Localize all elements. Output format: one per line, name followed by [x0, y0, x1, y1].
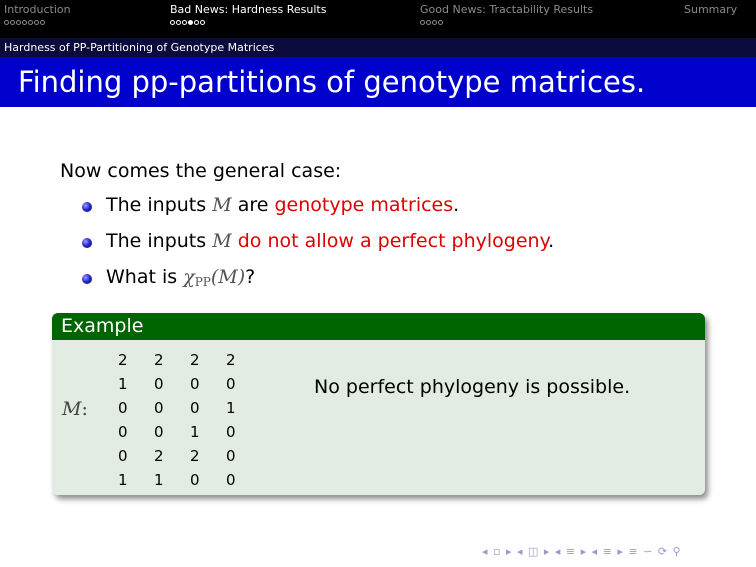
matrix-cell: 0 — [226, 471, 236, 489]
frame-dot[interactable] — [28, 20, 33, 25]
frame-dot[interactable] — [438, 20, 443, 25]
nav-frame-dots — [420, 20, 593, 25]
bullet-item: The inputs M are genotype matrices. — [82, 194, 554, 230]
genotype-matrix: 2 2 2 2 1 0 0 0 0 0 0 1 0 0 1 0 0 2 2 0 1 1 0 0 — [112, 348, 256, 492]
matrix-cell: 0 — [190, 375, 200, 393]
nav-section-bad-news[interactable]: Bad News: Hardness Results — [170, 3, 326, 25]
bullet-punct: . — [548, 230, 555, 252]
matrix-cell: 1 — [190, 423, 200, 441]
frame-dot[interactable] — [176, 20, 181, 25]
frame-dot[interactable] — [4, 20, 9, 25]
bullet-item: What is χPP(M)? — [82, 266, 554, 302]
frame-dot[interactable] — [34, 20, 39, 25]
math-symbol: M — [212, 194, 232, 216]
math-symbol: M — [212, 230, 232, 252]
frame-dot[interactable] — [426, 20, 431, 25]
bullet-text: The inputs — [106, 194, 207, 216]
highlighted-text: do not allow a perfect phylogeny — [237, 230, 549, 252]
matrix-cell: 1 — [118, 375, 128, 393]
frame-dot[interactable] — [22, 20, 27, 25]
nav-section-good-news[interactable]: Good News: Tractability Results — [420, 3, 593, 25]
frame-dot[interactable] — [170, 20, 175, 25]
frame-dot[interactable] — [432, 20, 437, 25]
example-title: Example — [61, 315, 144, 337]
matrix-row: 0 2 2 0 — [112, 444, 256, 468]
example-body: M: 2 2 2 2 1 0 0 0 0 0 0 1 0 0 1 0 0 2 2 0 1 1 0 0 No perfect p… — [52, 340, 705, 495]
frame-title: Finding pp-partitions of genotype matric… — [18, 65, 646, 99]
section-navigation: Introduction Bad News: Hardness Results … — [0, 0, 756, 38]
frame-dot[interactable] — [182, 20, 187, 25]
frame-dot[interactable] — [420, 20, 425, 25]
example-block: Example M: 2 2 2 2 1 0 0 0 0 0 0 1 0 0 1 0 0 2 2 0 1 1 0 0 No p… — [52, 313, 705, 495]
matrix-cell: 2 — [190, 447, 200, 465]
matrix-cell: 2 — [154, 351, 164, 369]
matrix-label: M: — [62, 398, 88, 420]
nav-frame-dots — [170, 20, 326, 25]
frame-dot[interactable] — [10, 20, 15, 25]
matrix-cell: 0 — [226, 375, 236, 393]
nav-frame-dots — [4, 20, 71, 25]
frame-dot[interactable] — [200, 20, 205, 25]
matrix-row: 1 1 0 0 — [112, 468, 256, 492]
matrix-cell: 0 — [118, 399, 128, 417]
frame-dot[interactable] — [194, 20, 199, 25]
bullet-icon — [82, 274, 92, 284]
matrix-cell: 2 — [154, 447, 164, 465]
frame-dot[interactable] — [40, 20, 45, 25]
bullet-text: are — [237, 194, 269, 216]
matrix-cell: 2 — [226, 351, 236, 369]
matrix-cell: 1 — [154, 471, 164, 489]
matrix-cell: 1 — [226, 399, 236, 417]
matrix-row: 2 2 2 2 — [112, 348, 256, 372]
nav-section-introduction[interactable]: Introduction — [4, 3, 71, 25]
matrix-cell: 2 — [118, 351, 128, 369]
matrix-row: 1 0 0 0 — [112, 372, 256, 396]
bullet-list: The inputs M are genotype matrices. The … — [82, 194, 554, 302]
matrix-cell: 0 — [118, 423, 128, 441]
bullet-text: The inputs — [106, 230, 207, 252]
math-expression: χPP(M) — [183, 266, 246, 289]
nav-section-label: Summary — [684, 3, 738, 16]
bullet-icon — [82, 238, 92, 248]
frame-title-bar: Finding pp-partitions of genotype matric… — [0, 57, 756, 107]
nav-section-label: Introduction — [4, 3, 71, 16]
matrix-cell: 2 — [190, 351, 200, 369]
matrix-cell: 0 — [154, 399, 164, 417]
matrix-row: 0 0 0 1 — [112, 396, 256, 420]
nav-section-label: Good News: Tractability Results — [420, 3, 594, 16]
matrix-cell: 0 — [226, 423, 236, 441]
beamer-navigation-controls[interactable]: ◂ ▫ ▸ ◂ ◫ ▸ ◂ ≡ ▸ ◂ ≡ ▸ ≡ ∽ ⟳ ⚲ — [482, 545, 682, 558]
matrix-row: 0 0 1 0 — [112, 420, 256, 444]
subsection-bar: Hardness of PP-Partitioning of Genotype … — [0, 38, 756, 57]
bullet-icon — [82, 202, 92, 212]
bullet-punct: . — [453, 194, 460, 216]
matrix-cell: 0 — [190, 399, 200, 417]
bullet-item: The inputs M do not allow a perfect phyl… — [82, 230, 554, 266]
example-message: No perfect phylogeny is possible. — [314, 376, 631, 398]
matrix-cell: 0 — [154, 375, 164, 393]
highlighted-text: genotype matrices — [274, 194, 454, 216]
example-header: Example — [52, 313, 705, 340]
current-frame-dot[interactable] — [188, 20, 193, 25]
subsection-title: Hardness of PP-Partitioning of Genotype … — [4, 41, 275, 54]
matrix-cell: 1 — [118, 471, 128, 489]
nav-section-summary[interactable]: Summary — [684, 3, 737, 17]
nav-section-label: Bad News: Hardness Results — [170, 3, 327, 16]
bullet-punct: ? — [245, 266, 256, 288]
matrix-cell: 0 — [118, 447, 128, 465]
matrix-cell: 0 — [154, 423, 164, 441]
intro-text: Now comes the general case: — [60, 160, 342, 182]
matrix-cell: 0 — [190, 471, 200, 489]
bullet-text: What is — [106, 266, 178, 288]
matrix-cell: 0 — [226, 447, 236, 465]
frame-dot[interactable] — [16, 20, 21, 25]
